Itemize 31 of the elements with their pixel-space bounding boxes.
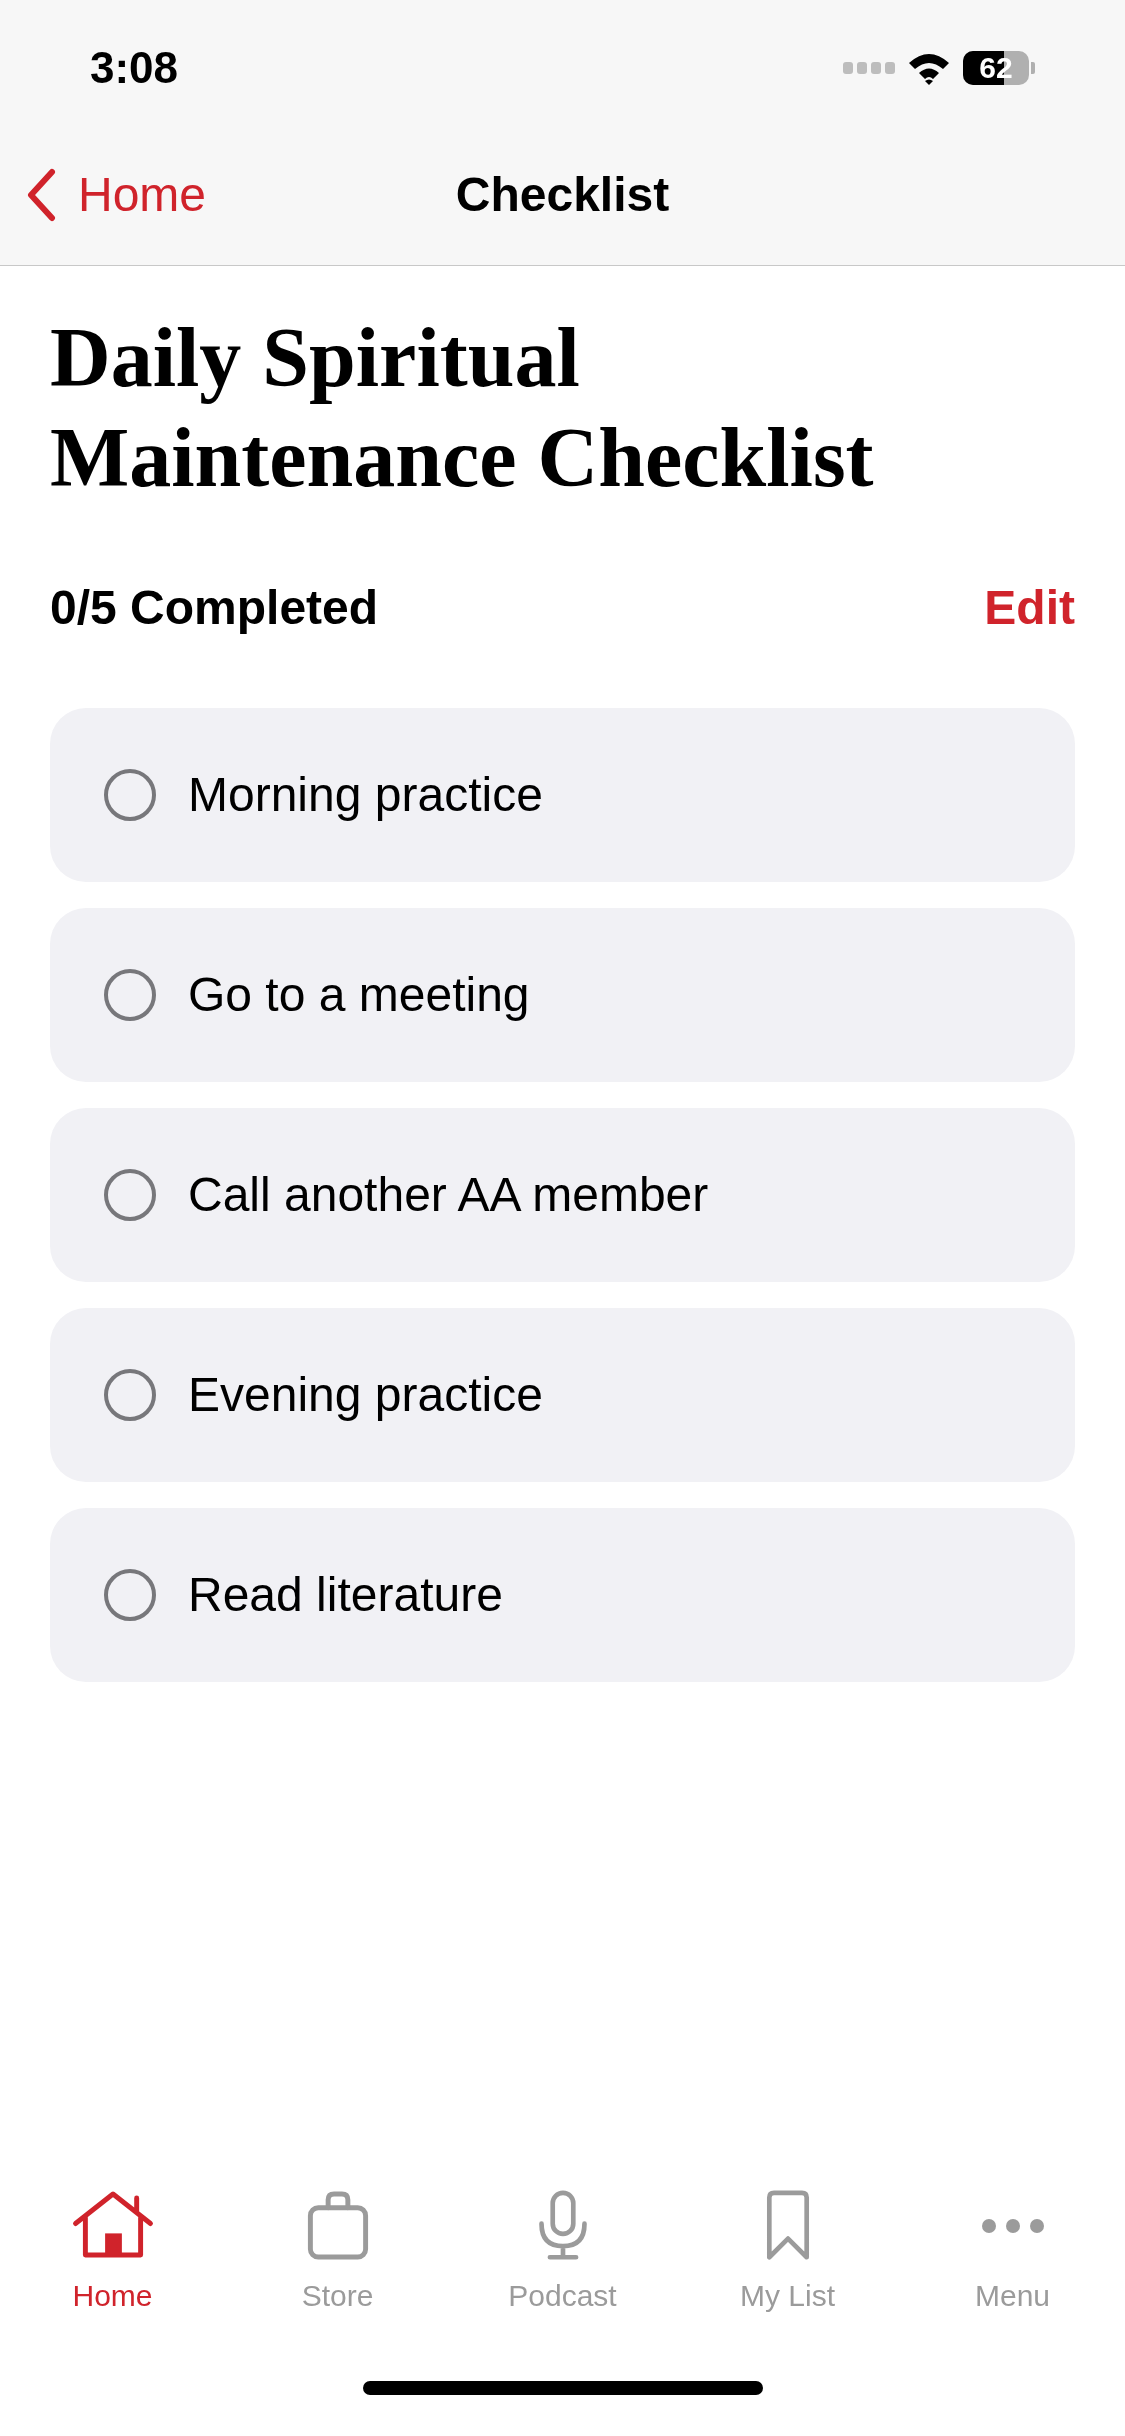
tab-bar-item[interactable]: Store xyxy=(225,2190,450,2340)
checklist-item[interactable]: Morning practice xyxy=(50,708,1075,882)
tab-bar-item[interactable]: My List xyxy=(675,2190,900,2340)
back-button[interactable]: Home xyxy=(26,159,207,231)
item-label: Evening practice xyxy=(188,1367,543,1423)
item-label: Read literature xyxy=(188,1567,503,1623)
tab-bar-item[interactable]: Menu xyxy=(900,2190,1125,2340)
item-label: Call another AA member xyxy=(188,1167,709,1223)
checklist-item[interactable]: Read literature xyxy=(50,1508,1075,1682)
tab-bar-item[interactable]: Home xyxy=(0,2190,225,2340)
signal-icon xyxy=(843,61,895,74)
checklist-item[interactable]: Evening practice xyxy=(50,1308,1075,1482)
nav-title: Checklist xyxy=(455,167,670,223)
home-icon xyxy=(70,2190,155,2261)
chevron-left-icon xyxy=(26,168,56,222)
edit-button[interactable]: Edit xyxy=(984,572,1075,644)
checkbox[interactable] xyxy=(104,1169,156,1221)
checkbox[interactable] xyxy=(104,1369,156,1421)
checklist-item[interactable]: Call another AA member xyxy=(50,1108,1075,1282)
progress-text: 0/5 Completed xyxy=(50,580,379,636)
page-title: Daily Spiritual Maintenance Checklist xyxy=(50,310,875,506)
checklist-item[interactable]: Go to a meeting xyxy=(50,908,1075,1082)
shopping-bag-icon xyxy=(305,2190,370,2261)
tab-bar-item[interactable]: Podcast xyxy=(450,2190,675,2340)
status-time: 3:08 xyxy=(90,41,179,94)
more-icon xyxy=(980,2217,1045,2234)
item-label: Go to a meeting xyxy=(188,967,530,1023)
checkbox[interactable] xyxy=(104,769,156,821)
checkbox[interactable] xyxy=(104,1569,156,1621)
checkbox[interactable] xyxy=(104,969,156,1021)
item-label: Morning practice xyxy=(188,767,543,823)
